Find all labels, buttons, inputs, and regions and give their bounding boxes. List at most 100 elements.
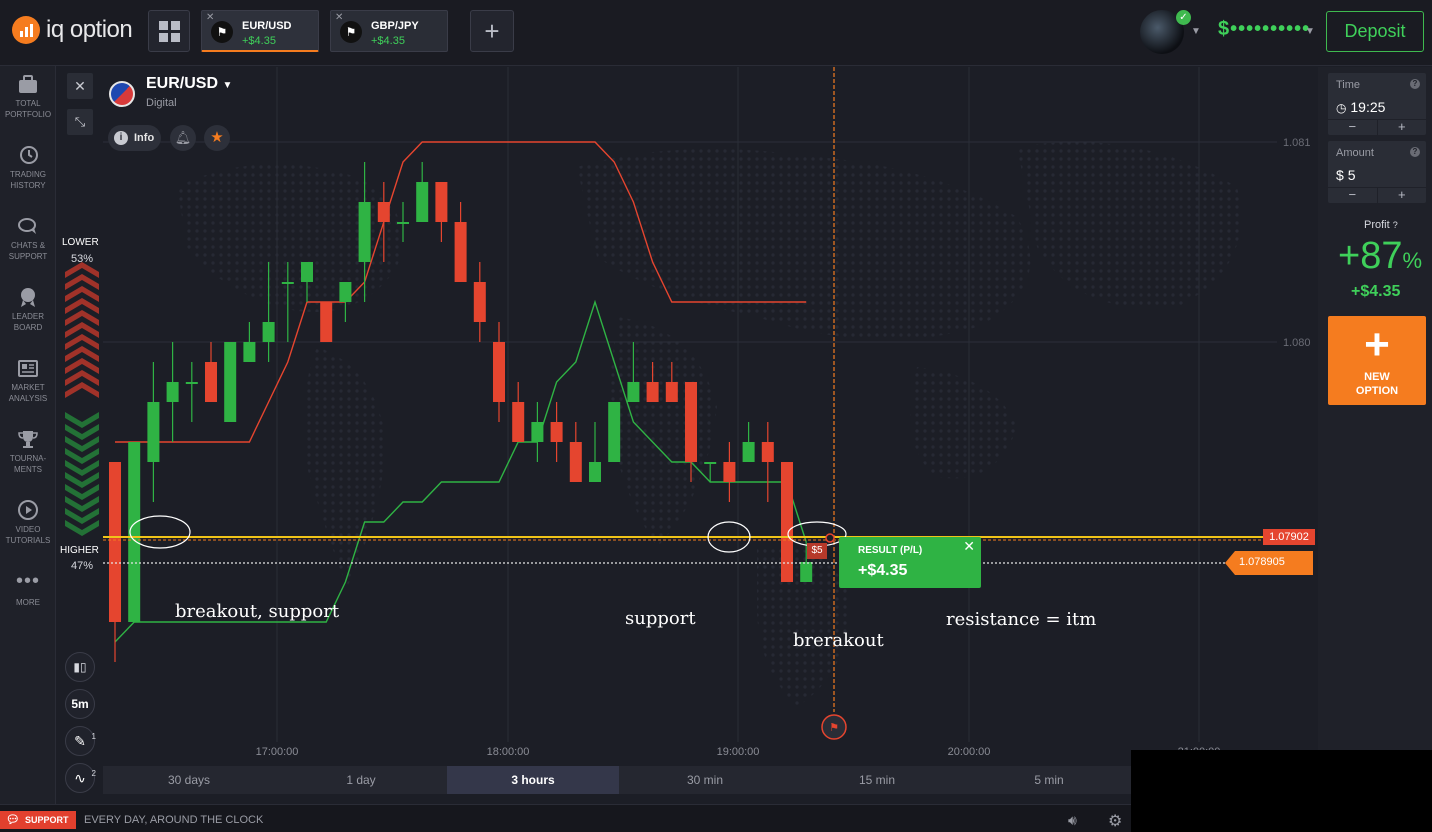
sidebar-item-label: TOURNA- MENTS	[9, 454, 47, 474]
indicators-button[interactable]: ∿ 2	[65, 763, 96, 793]
gear-icon[interactable]: ⚙	[1108, 811, 1122, 831]
star-icon: ★	[210, 129, 224, 146]
sidebar-item-chats[interactable]: CHATS & SUPPORT	[0, 214, 56, 262]
y-axis: 1.081 1.080	[1283, 137, 1311, 349]
minimize-chart-button[interactable]: ⤡	[67, 109, 93, 135]
interval-button[interactable]: 5m	[65, 689, 95, 719]
timeframe-5-min[interactable]: 5 min	[963, 766, 1135, 794]
timeframe-30-min[interactable]: 30 min	[619, 766, 791, 794]
balance[interactable]: $••••••••••	[1218, 18, 1310, 41]
candle-up	[589, 462, 601, 482]
favorite-button[interactable]: ★	[204, 125, 230, 151]
sidebar-item-history[interactable]: TRADING HISTORY	[0, 143, 56, 191]
candle-up	[397, 222, 409, 224]
close-chart-button[interactable]: ✕	[67, 73, 93, 99]
logo-text: iq option	[46, 16, 133, 43]
result-close-icon[interactable]: ✕	[963, 538, 975, 555]
candle-down	[569, 442, 582, 482]
asset-tab-eurusd[interactable]: ✕ ⚑ EUR/USD +$4.35	[201, 10, 319, 52]
support-label: SUPPORT	[25, 815, 69, 825]
sidebar-item-tournaments[interactable]: TOURNA- MENTS	[0, 427, 56, 475]
y-tick-label: 1.080	[1283, 337, 1311, 349]
amount-minus-button[interactable]: −	[1328, 188, 1377, 203]
chart-area[interactable]: 1.081 1.080 17:00:00 18:00:00 19:00:00 20:00…	[57, 67, 1317, 804]
logo[interactable]: iq option	[12, 16, 133, 44]
time-value-text: 19:25	[1350, 99, 1386, 115]
help-icon[interactable]: ?	[1410, 79, 1420, 89]
profit-label-text: Profit	[1364, 219, 1390, 231]
close-tab-icon[interactable]: ✕	[206, 12, 214, 23]
time-label: Time	[1336, 79, 1361, 91]
new-option-button[interactable]: + NEW OPTION	[1328, 316, 1426, 405]
deposit-button[interactable]: Deposit	[1326, 11, 1424, 52]
amount-field[interactable]: $ 5	[1336, 167, 1355, 183]
timeframe-3-hours[interactable]: 3 hours	[447, 766, 619, 794]
amount-plus-button[interactable]: +	[1376, 188, 1427, 203]
annotation-marks	[129, 515, 847, 553]
candle-down	[435, 182, 448, 222]
candle-up	[531, 422, 544, 442]
candle-down	[473, 282, 486, 322]
info-icon: i	[114, 131, 128, 145]
support-button[interactable]: 💬︎ SUPPORT	[0, 811, 76, 829]
draw-badge: 1	[91, 732, 96, 741]
volume-icon[interactable]: 🔊︎	[1068, 812, 1077, 829]
price-chart[interactable]: 1.081 1.080 17:00:00 18:00:00 19:00:00 20:00…	[57, 67, 1317, 804]
sidebar-item-label: TRADING HISTORY	[10, 170, 46, 190]
candles-icon: ▮▯	[73, 660, 87, 674]
info-button[interactable]: i Info	[108, 125, 161, 151]
time-selector[interactable]: Time ? ◷ 19:25 − +	[1328, 73, 1426, 135]
sidebar-item-portfolio[interactable]: TOTAL PORTFOLIO	[0, 72, 56, 120]
asset-subtitle: Digital	[146, 97, 177, 109]
time-plus-button[interactable]: +	[1376, 120, 1427, 135]
candle-down	[665, 382, 678, 402]
sidebar-item-analysis[interactable]: MARKET ANALYSIS	[0, 356, 56, 404]
draw-tool-button[interactable]: ✎ 1	[65, 726, 96, 756]
chevron-down-icon[interactable]: ▼	[1191, 26, 1201, 37]
result-popup[interactable]: RESULT (P/L) ✕ +$4.35	[839, 537, 981, 588]
chart-type-button[interactable]: ▮▯	[65, 652, 95, 682]
timeframe-1-day[interactable]: 1 day	[275, 766, 447, 794]
chevron-down-icon: ▼	[222, 80, 233, 91]
candle-up	[243, 342, 256, 362]
apps-grid-button[interactable]	[148, 10, 190, 52]
help-icon[interactable]: ?	[1410, 147, 1420, 157]
chat-icon	[18, 218, 36, 234]
time-minus-button[interactable]: −	[1328, 120, 1377, 135]
sentiment-lower-label: LOWER	[62, 237, 99, 248]
profit-label: Profit ?	[1364, 219, 1398, 231]
candle-up	[627, 382, 640, 402]
timeframe-30-days[interactable]: 30 days	[103, 766, 275, 794]
profit-amount: +$4.35	[1351, 283, 1401, 300]
x-tick-label: 17:00:00	[256, 746, 299, 758]
sidebar: TOTAL PORTFOLIO TRADING HISTORY CHATS & …	[0, 66, 56, 804]
sidebar-item-more[interactable]: ••• MORE	[0, 571, 56, 608]
candle-down	[723, 462, 736, 482]
sidebar-item-leaderboard[interactable]: LEADER BOARD	[0, 285, 56, 333]
annotation-breakout: brerakout	[793, 630, 884, 651]
time-value[interactable]: ◷ 19:25	[1336, 99, 1385, 115]
sentiment-chevron-down	[65, 382, 99, 398]
sidebar-item-tutorials[interactable]: VIDEO TUTORIALS	[0, 498, 56, 546]
asset-title[interactable]: EUR/USD ▼	[146, 75, 232, 93]
candle-up	[339, 282, 352, 302]
current-price-label: 1.078905	[1225, 551, 1313, 575]
candle-down	[109, 462, 121, 622]
briefcase-icon	[19, 75, 37, 93]
close-tab-icon[interactable]: ✕	[335, 12, 343, 23]
profit-percent-value: +87	[1338, 235, 1403, 277]
stake-marker: $5	[807, 543, 827, 559]
alert-button[interactable]: 🔔︎	[170, 125, 196, 151]
sentiment-higher-pct: 47%	[71, 560, 94, 572]
chevron-down-icon[interactable]: ▼	[1305, 26, 1315, 37]
sentiment-bar	[65, 262, 99, 536]
add-asset-button[interactable]: +	[470, 10, 514, 52]
x-tick-label: 19:00:00	[717, 746, 760, 758]
help-icon[interactable]: ?	[1393, 220, 1398, 230]
logo-icon	[12, 16, 40, 44]
support-tagline: EVERY DAY, AROUND THE CLOCK	[84, 814, 264, 826]
amount-selector[interactable]: Amount ? $ 5 − +	[1328, 141, 1426, 203]
y-tick-label: 1.081	[1283, 137, 1311, 149]
asset-tab-gbpjpy[interactable]: ✕ ⚑ GBP/JPY +$4.35	[330, 10, 448, 52]
timeframe-15-min[interactable]: 15 min	[791, 766, 963, 794]
